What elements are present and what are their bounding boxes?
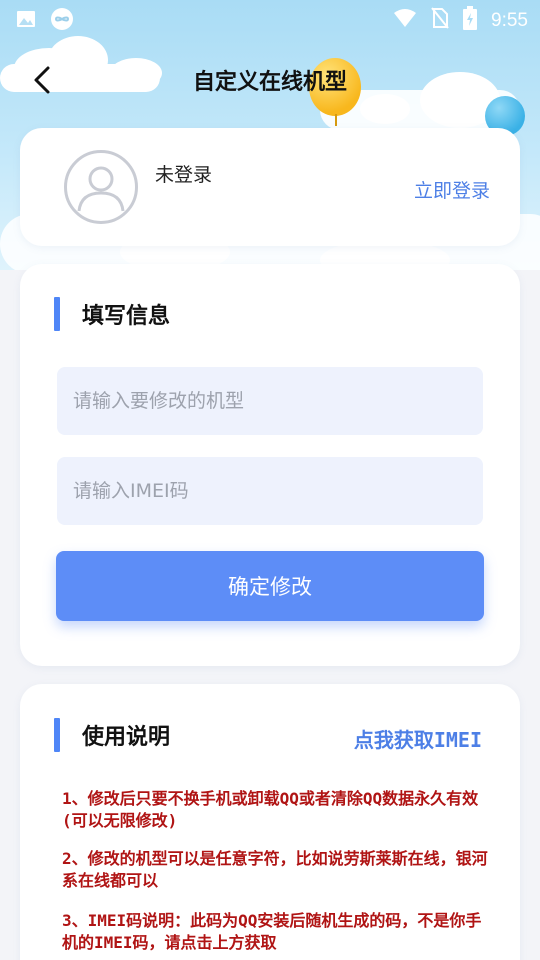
confirm-modify-button[interactable]: 确定修改: [56, 551, 484, 621]
help-section-title: 使用说明: [82, 725, 171, 750]
login-now-link[interactable]: 立即登录: [414, 176, 490, 203]
battery-charging-icon: [463, 6, 478, 35]
no-sim-icon: [431, 7, 449, 34]
form-section-header: 填写信息: [54, 297, 170, 331]
user-avatar-icon[interactable]: [64, 150, 138, 224]
section-accent-bar: [54, 718, 60, 752]
model-input[interactable]: [57, 367, 483, 435]
image-icon: [16, 9, 36, 34]
form-section-title: 填写信息: [82, 304, 171, 329]
page-title: 自定义在线机型: [192, 70, 347, 95]
instruction-item-1: 1、修改后只要不换手机或卸载QQ或者清除QQ数据永久有效(可以无限修改): [62, 789, 479, 830]
profile-card: 未登录 立即登录: [20, 128, 520, 246]
help-section-header: 使用说明: [54, 718, 170, 752]
instruction-item-3: 3、IMEI码说明：此码为QQ安装后随机生成的码，不是你手机的IMEI码，请点击…: [62, 911, 482, 952]
clock-time: 9:55: [491, 9, 528, 31]
instructions-card: 使用说明 点我获取IMEI 1、修改后只要不换手机或卸载QQ或者清除QQ数据永久…: [20, 684, 520, 960]
get-imei-link[interactable]: 点我获取IMEI: [354, 724, 482, 753]
status-bar: 9:55: [0, 0, 540, 36]
section-accent-bar: [54, 297, 60, 331]
info-form-card: 填写信息 确定修改: [20, 264, 520, 666]
login-status-text: 未登录: [155, 164, 213, 186]
infinity-app-icon: [50, 7, 74, 36]
imei-input[interactable]: [57, 457, 483, 525]
top-navigation-bar: 自定义在线机型: [0, 52, 540, 108]
wifi-icon: [393, 8, 417, 33]
balloon-string: [335, 114, 337, 126]
instruction-item-2: 2、修改的机型可以是任意字符，比如说劳斯莱斯在线，银河系在线都可以: [62, 849, 488, 890]
